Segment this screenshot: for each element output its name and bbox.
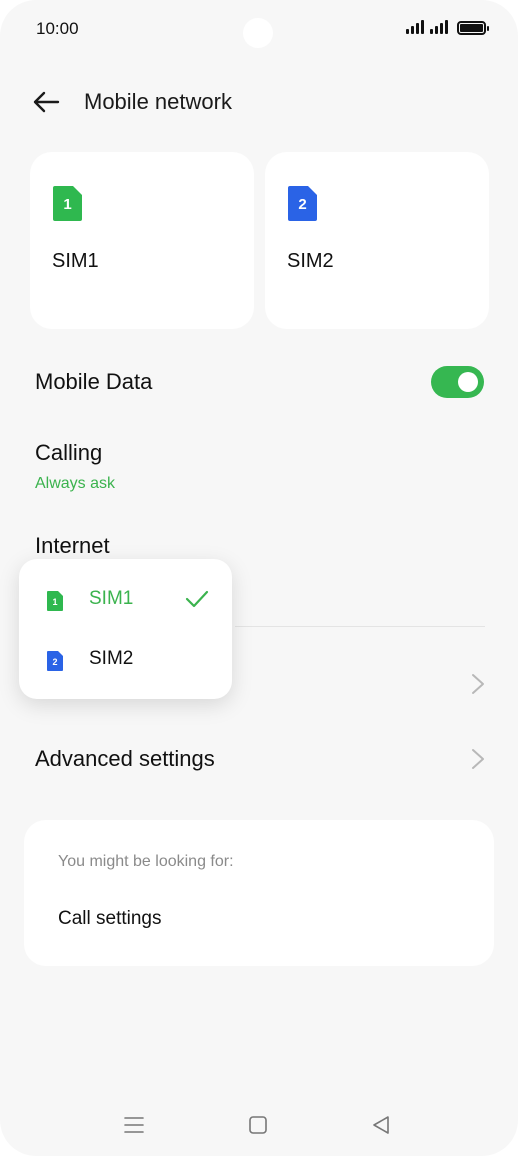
battery-icon (457, 21, 489, 35)
app-bar: Mobile network (0, 78, 518, 126)
mobile-data-toggle[interactable] (431, 366, 484, 398)
divider (235, 626, 485, 627)
sim2-card-label: SIM2 (287, 250, 334, 272)
navigation-bar (0, 1100, 518, 1150)
signal-sim2-icon (430, 20, 448, 34)
svg-text:1: 1 (52, 597, 57, 607)
popup-option-label: SIM2 (89, 648, 134, 669)
front-camera (243, 18, 273, 48)
status-time: 10:00 (36, 19, 79, 38)
suggestions-card: You might be looking for: Call settings (24, 820, 494, 966)
svg-text:2: 2 (298, 196, 306, 213)
popup-option-label: SIM1 (89, 588, 134, 609)
calling-value: Always ask (35, 475, 116, 492)
signal-sim1-icon (406, 20, 424, 34)
page-title: Mobile network (84, 89, 232, 114)
internet-sim-popup: 1 SIM1 2 SIM2 (19, 559, 232, 699)
internet-label[interactable]: Internet (35, 533, 110, 559)
signal-icons (406, 20, 448, 34)
menu-icon[interactable] (121, 1112, 147, 1138)
sim2-card[interactable]: 2 SIM2 (265, 152, 489, 329)
checkmark-icon (185, 590, 209, 608)
popup-option-sim1[interactable]: 1 SIM1 (19, 569, 232, 629)
calling-label[interactable]: Calling (35, 440, 102, 466)
back-arrow-icon[interactable] (32, 88, 60, 116)
chevron-right-icon[interactable] (470, 748, 486, 770)
back-triangle-icon[interactable] (368, 1112, 394, 1138)
sim-card-1-icon: 1 (53, 186, 82, 221)
popup-option-sim2[interactable]: 2 SIM2 (19, 629, 232, 689)
suggestions-hint: You might be looking for: (58, 853, 234, 870)
chevron-right-icon[interactable] (470, 673, 486, 695)
mobile-data-label: Mobile Data (35, 369, 153, 394)
sim-card-2-icon: 2 (47, 651, 63, 671)
phone-screen: 10:00 Mobile network 1 SIM1 2 SIM2 Mobil… (0, 0, 518, 1156)
sim-card-2-icon: 2 (288, 186, 317, 221)
svg-text:2: 2 (52, 657, 57, 667)
advanced-settings-label[interactable]: Advanced settings (35, 746, 215, 772)
svg-text:1: 1 (63, 196, 71, 213)
sim1-card[interactable]: 1 SIM1 (30, 152, 254, 329)
status-bar: 10:00 (0, 0, 518, 58)
call-settings-link[interactable]: Call settings (58, 908, 162, 930)
sim-card-1-icon: 1 (47, 591, 63, 611)
toggle-knob (458, 372, 478, 392)
home-icon[interactable] (245, 1112, 271, 1138)
sim1-card-label: SIM1 (52, 250, 99, 272)
